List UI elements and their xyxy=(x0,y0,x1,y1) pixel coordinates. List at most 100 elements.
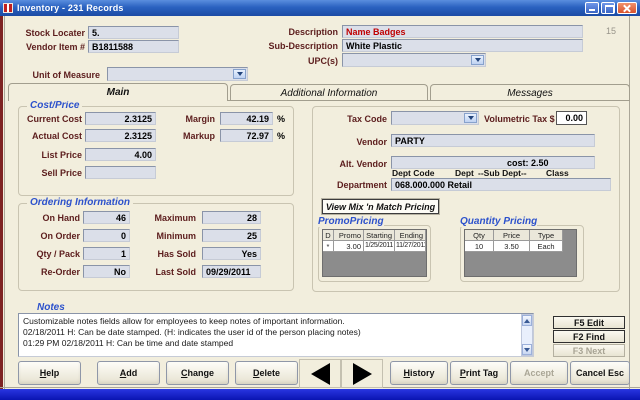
current-cost-label: Current Cost xyxy=(10,114,82,124)
current-cost-field[interactable]: 2.3125 xyxy=(85,112,156,125)
uom-dropdown-arrow-icon[interactable] xyxy=(233,69,246,79)
add-button[interactable]: Add xyxy=(97,361,160,385)
department-field[interactable]: 068.000.000 Retail xyxy=(391,178,611,191)
qty-col-qty: Qty xyxy=(465,230,494,241)
minimum-label: Minimum xyxy=(128,231,196,241)
qty-cell-price: 3.50 xyxy=(494,241,530,252)
list-price-field[interactable]: 4.00 xyxy=(85,148,156,161)
f3-next-button[interactable]: F3 Next xyxy=(553,344,625,357)
prev-record-button[interactable] xyxy=(299,359,341,388)
left-edge-stripe xyxy=(0,16,3,389)
accept-button[interactable]: Accept xyxy=(510,361,568,385)
notes-title: Notes xyxy=(34,302,68,313)
qty-pack-field[interactable]: 1 xyxy=(83,247,130,260)
screen: Inventory - 231 Records Stock Locater 5.… xyxy=(0,0,640,400)
change-button[interactable]: Change xyxy=(166,361,229,385)
tax-code-dropdown-arrow-icon[interactable] xyxy=(464,113,477,123)
maximize-button[interactable] xyxy=(601,2,615,14)
print-tag-button[interactable]: Print Tag xyxy=(450,361,508,385)
description-field[interactable]: Name Badges xyxy=(342,25,583,38)
history-label: istory xyxy=(410,368,435,378)
dept-column-header: Dept xyxy=(455,168,474,178)
promo-col-d: D xyxy=(323,230,334,241)
unit-of-measure-dropdown[interactable]: Ea - Each xyxy=(107,67,248,81)
has-sold-field[interactable]: Yes xyxy=(202,247,261,260)
help-label: elp xyxy=(46,368,59,378)
promo-table-row[interactable]: * 3.00 1/25/2011 11/27/2011 xyxy=(323,241,426,252)
history-button[interactable]: History xyxy=(390,361,448,385)
stock-locater-field[interactable]: 5. xyxy=(88,26,179,39)
next-record-button[interactable] xyxy=(341,359,383,388)
tax-code-label: Tax Code xyxy=(317,114,387,124)
vendor-item-field[interactable]: B1811588 xyxy=(88,40,179,53)
actual-cost-label: Actual Cost xyxy=(10,131,82,141)
scroll-up-button[interactable] xyxy=(522,315,532,326)
scroll-down-button[interactable] xyxy=(522,344,532,355)
tax-code-dropdown[interactable]: A 6.25% xyxy=(391,111,479,125)
volumetric-tax-field[interactable]: 0.00 xyxy=(556,111,587,125)
titlebar: Inventory - 231 Records xyxy=(0,0,640,16)
left-arrow-icon xyxy=(311,363,330,385)
quantity-table-header: Qty Price Type xyxy=(465,230,576,241)
view-mix-match-button[interactable]: View Mix 'n Match Pricing xyxy=(322,199,439,214)
on-order-label: On Order xyxy=(10,231,80,241)
left-edge-line xyxy=(4,16,5,389)
dept-code-column-header: Dept Code xyxy=(392,168,435,178)
promo-pricing-table[interactable]: D Promo Starting Ending * 3.00 1/25/2011… xyxy=(322,229,427,277)
close-button[interactable] xyxy=(617,2,637,14)
app-icon xyxy=(3,3,13,13)
sub-dept-column-header: --Sub Dept-- xyxy=(478,168,527,178)
sell-price-label: Sell Price xyxy=(10,168,82,178)
promo-table-header: D Promo Starting Ending xyxy=(323,230,426,241)
window-controls xyxy=(585,2,637,14)
tab-messages[interactable]: Messages xyxy=(430,84,630,100)
tax-code-value: A 6.25% xyxy=(410,123,444,125)
f5-edit-button[interactable]: F5 Edit xyxy=(553,316,625,329)
last-sold-label: Last Sold xyxy=(128,267,196,277)
cancel-button[interactable]: Cancel Esc xyxy=(570,361,630,385)
sub-description-field[interactable]: White Plastic xyxy=(342,39,583,52)
delete-button[interactable]: Delete xyxy=(235,361,298,385)
on-hand-field[interactable]: 46 xyxy=(83,211,130,224)
notes-scrollbar[interactable] xyxy=(521,314,533,356)
re-order-label: Re-Order xyxy=(10,267,80,277)
re-order-field[interactable]: No xyxy=(83,265,130,278)
window-title: Inventory - 231 Records xyxy=(17,3,124,13)
quantity-pricing-title: Quantity Pricing xyxy=(460,216,537,227)
promo-cell-d: * xyxy=(323,241,334,252)
f2-find-button[interactable]: F2 Find xyxy=(553,330,625,343)
tab-additional-information[interactable]: Additional Information xyxy=(230,84,428,100)
upc-dropdown[interactable] xyxy=(342,53,486,67)
promo-table-empty-area xyxy=(323,252,426,276)
tab-main[interactable]: Main xyxy=(8,83,228,101)
minimum-field[interactable]: 25 xyxy=(202,229,261,242)
print-tag-label: rint Tag xyxy=(466,368,498,378)
right-edge-line xyxy=(629,16,630,389)
quantity-pricing-table[interactable]: Qty Price Type 10 3.50 Each xyxy=(464,229,577,277)
quantity-table-row[interactable]: 10 3.50 Each xyxy=(465,241,576,252)
last-sold-field[interactable]: 09/29/2011 xyxy=(202,265,261,278)
notes-textarea[interactable]: Customizable notes fields allow for empl… xyxy=(18,313,534,357)
desktop-strip xyxy=(0,389,640,400)
notes-line-1: Customizable notes fields allow for empl… xyxy=(23,316,517,327)
minimize-button[interactable] xyxy=(585,2,599,14)
margin-field[interactable]: 42.19 xyxy=(220,112,273,125)
sell-price-field[interactable] xyxy=(85,166,156,179)
class-column-header: Class xyxy=(546,168,569,178)
upc-dropdown-arrow-icon[interactable] xyxy=(471,55,484,65)
promo-cell-starting: 1/25/2011 xyxy=(364,241,395,252)
markup-field[interactable]: 72.97 xyxy=(220,129,273,142)
help-button[interactable]: Help xyxy=(18,361,81,385)
actual-cost-field[interactable]: 2.3125 xyxy=(85,129,156,142)
promo-cell-ending: 11/27/2011 xyxy=(395,241,426,252)
promo-col-promo: Promo xyxy=(334,230,364,241)
vendor-field[interactable]: PARTY xyxy=(391,134,595,147)
department-label: Department xyxy=(317,180,387,190)
on-order-field[interactable]: 0 xyxy=(83,229,130,242)
unit-of-measure-label: Unit of Measure xyxy=(10,70,100,80)
promo-cell-promo: 3.00 xyxy=(334,241,364,252)
maximum-field[interactable]: 28 xyxy=(202,211,261,224)
qty-cell-qty: 10 xyxy=(465,241,494,252)
qty-pack-label: Qty / Pack xyxy=(10,249,80,259)
cost-price-title: Cost/Price xyxy=(27,100,82,111)
